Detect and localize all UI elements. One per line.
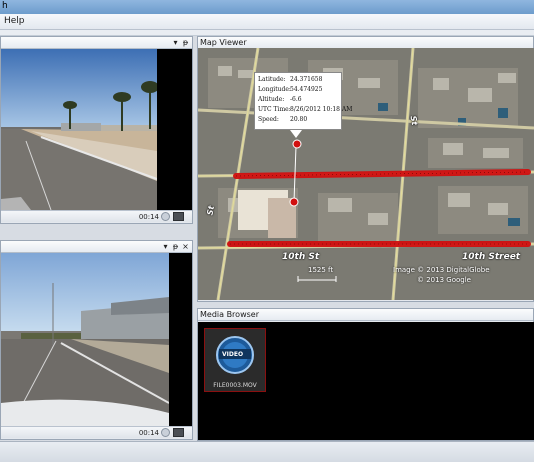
altitude-value: -6.6 [290,96,302,103]
latitude-label: Latitude: [258,76,286,83]
media-browser-header: Media Browser [198,309,533,321]
close-icon[interactable]: × [181,241,190,252]
utc-time-label: UTC Time: [258,106,291,113]
pin-icon[interactable]: ᵽ [171,241,180,252]
video-top-controls: 00:14 [1,210,192,222]
utc-time-value: 8/26/2012 10:18 AM [290,106,353,113]
latitude-value: 24.371658 [290,76,323,83]
video-frame-top [1,49,157,210]
video-player-bottom[interactable] [1,253,192,426]
street-label-10th-street: 10th Street [462,252,521,262]
satellite-map [198,48,534,300]
pin-icon[interactable]: ᵽ [181,37,190,48]
volume-icon[interactable] [161,428,170,437]
fullscreen-icon[interactable] [173,212,184,221]
video-bottom-controls: 00:14 [1,426,192,438]
altitude-label: Altitude: [258,96,285,103]
status-bar [0,441,534,462]
video-bottom-time: 00:14 [138,429,159,437]
street-label-vertical-left: St [205,204,217,217]
fullscreen-icon[interactable] [173,428,184,437]
volume-icon[interactable] [161,212,170,221]
speed-label: Speed: [258,116,279,123]
map-credit-imagery: Image © 2013 DigitalGlobe [393,266,490,274]
map-scale-label: 1525 ft [308,266,334,274]
map-view[interactable] [198,48,534,300]
window-title-bar: h [0,0,534,14]
video-pane-top-header: ▾ ᵽ [1,37,192,49]
media-item-file0003[interactable]: VIDEO FILE0003.MOV [204,328,266,392]
longitude-value: 54.474925 [290,86,323,93]
dropdown-icon[interactable]: ▾ [161,241,170,252]
map-credit-google: © 2013 Google [417,276,471,284]
gps-info-popup: Latitude: 24.371658 Longitude: 54.474925… [254,72,352,130]
media-browser-title: Media Browser [200,310,259,319]
video-player-top[interactable] [1,49,192,210]
video-pane-bottom-header: ▾ ᵽ × [1,241,192,253]
longitude-label: Longitude: [258,86,291,93]
menu-help[interactable]: Help [4,16,25,26]
dropdown-icon[interactable]: ▾ [171,37,180,48]
street-label-vertical-right: St [408,114,420,127]
video-top-time: 00:14 [138,213,159,221]
map-viewer-title: Map Viewer [200,38,247,47]
speed-value: 20.80 [290,116,308,123]
video-pane-top: ▾ ᵽ 00:14 [0,36,193,224]
menu-bar: Help [0,14,534,30]
window-title: h [2,1,8,11]
street-label-10th-st: 10th St [282,252,320,262]
video-frame-bottom [1,253,169,426]
media-item-filename: FILE0003.MOV [213,382,257,389]
video-pane-bottom: ▾ ᵽ × 00:14 [0,240,193,440]
video-icon-text: VIDEO [222,351,244,358]
